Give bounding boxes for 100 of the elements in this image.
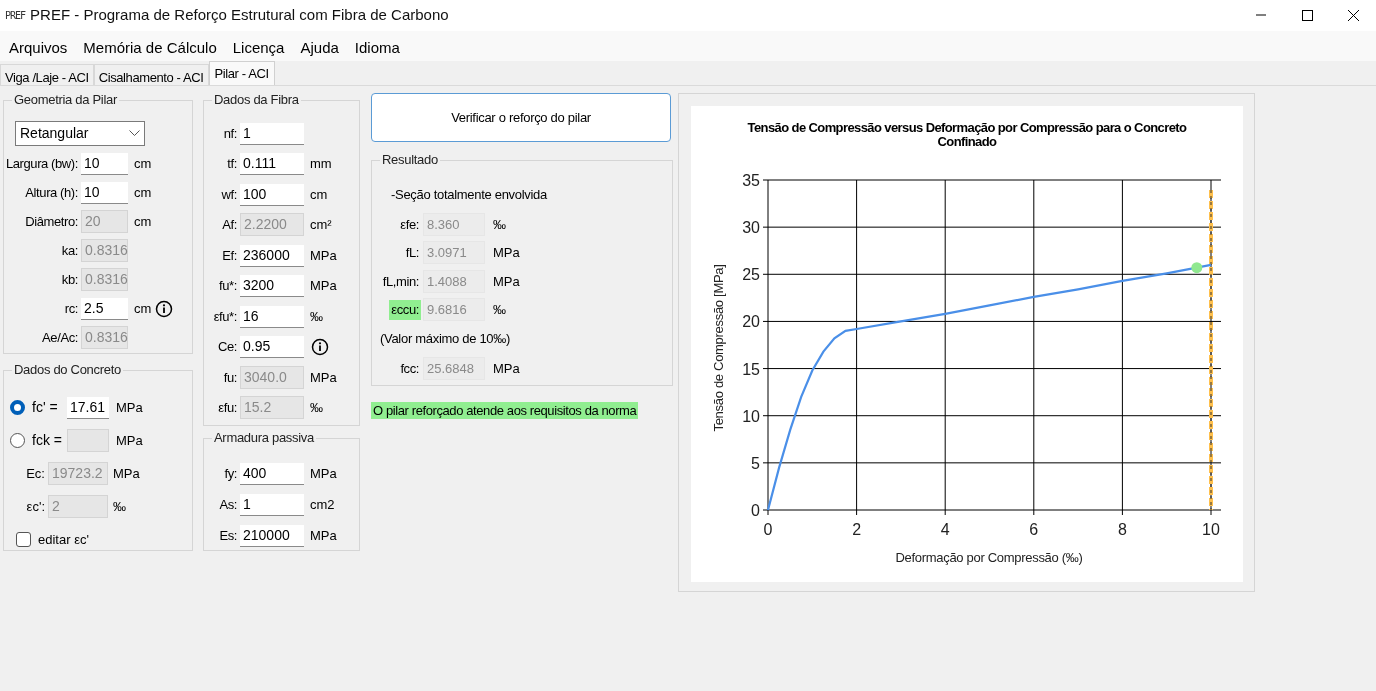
data-point	[1191, 262, 1203, 274]
input-field[interactable]: 2.5	[81, 297, 128, 320]
output-field: 8.360	[423, 212, 485, 236]
field-label: fck =	[32, 431, 63, 450]
input-field[interactable]: 10	[81, 181, 128, 204]
field-label: ka:	[60, 241, 79, 260]
field-label: nf:	[222, 124, 238, 143]
unit-label: MPa	[113, 464, 140, 483]
result-note: -Seção totalmente envolvida	[390, 186, 548, 205]
unit-label: MPa	[310, 368, 337, 387]
field-label: εfe:	[399, 215, 420, 234]
output-field: 1.4088	[423, 269, 485, 293]
app-icon-label: PREF	[5, 10, 26, 21]
input-field[interactable]: 0.111	[240, 152, 304, 176]
window-title: PREF - Programa de Reforço Estrutural com Fibra de Carbono	[30, 5, 449, 26]
axis-tick-label: 4	[940, 521, 950, 538]
field-label: tf:	[226, 155, 238, 173]
axis-tick-label: 2	[852, 521, 862, 538]
input-field[interactable]: 16	[240, 304, 304, 328]
caret-icon	[129, 130, 140, 137]
input-field[interactable]: 0.95	[240, 335, 304, 359]
unit-label: cm²	[310, 216, 332, 234]
input-field[interactable]: 1	[240, 493, 304, 516]
unit-label: cm	[134, 212, 152, 231]
input-field[interactable]: 3200	[240, 274, 304, 298]
input-field[interactable]: 17.61	[67, 396, 109, 419]
axis-tick-label: 10	[1202, 521, 1220, 538]
unit-label: cm	[134, 154, 152, 173]
field-label: fu:	[222, 368, 238, 387]
unit-label: MPa	[310, 246, 337, 265]
field-label: fL,min:	[381, 272, 420, 291]
input-field[interactable]: 236000	[240, 243, 304, 267]
axis-tick-label: 30	[742, 219, 760, 237]
menu-item[interactable]: Arquivos	[2, 36, 75, 60]
axis-tick-label: 6	[1029, 521, 1039, 538]
menu-item[interactable]: Memória de Cálculo	[76, 36, 224, 60]
axis-tick-label: 8	[1117, 521, 1127, 538]
field-label: Largura (bw):	[5, 154, 79, 173]
input-field[interactable]: 10	[81, 152, 128, 175]
field-label: fcc:	[399, 359, 420, 378]
field-label: fc' =	[32, 398, 59, 417]
status-message: O pilar reforçado atende aos requisitos da norma	[371, 402, 639, 419]
checkbox-label: editar εc'	[38, 530, 89, 549]
axis-tick-label: 15	[742, 360, 760, 378]
axis-tick-label: 10	[742, 407, 760, 425]
axis-tick-label: 0	[763, 521, 773, 538]
tab[interactable]: Pilar - ACI	[208, 61, 275, 85]
axis-tick-label: 20	[742, 313, 760, 331]
output-field: 3.0971	[423, 241, 485, 265]
result-note: (Valor máximo de 10‰)	[379, 330, 511, 349]
unit-label: ‰	[113, 497, 126, 516]
field-label: Af:	[221, 216, 238, 234]
unit-label: cm	[134, 183, 152, 202]
output-field: 9.6816	[423, 298, 485, 322]
unit-label: cm2	[310, 495, 335, 514]
input-field[interactable]: 100	[240, 182, 304, 206]
field-label: As:	[218, 495, 238, 514]
input-field[interactable]: 1	[240, 121, 304, 145]
field-label: fy:	[223, 464, 238, 483]
field-label: Es:	[218, 526, 238, 545]
info-icon[interactable]	[311, 337, 329, 356]
field-label: εfu:	[217, 399, 238, 417]
menu-item[interactable]: Ajuda	[293, 36, 346, 60]
tab[interactable]: Viga /Laje - ACI	[0, 64, 94, 85]
x-axis-label: Deformação por Compressão (‰)	[895, 550, 1083, 565]
unit-label: MPa	[493, 359, 520, 378]
unit-label: ‰	[493, 301, 506, 319]
tab[interactable]: Cisalhamento - ACI	[93, 64, 209, 85]
field-label: εfu*:	[212, 307, 238, 326]
menu-item[interactable]: Licença	[225, 36, 292, 60]
field-label: εccu:	[389, 300, 421, 320]
axis-tick-label: 0	[751, 502, 760, 519]
input-field[interactable]: 400	[240, 462, 304, 485]
unit-label: MPa	[310, 277, 337, 295]
unit-label: ‰	[310, 399, 323, 417]
field-label: Ce:	[216, 338, 238, 356]
unit-label: MPa	[116, 431, 143, 450]
unit-label: cm	[310, 185, 328, 204]
chart-title: Tensão de Compressão versus Deformação por Compressão para o Concreto Confinado	[747, 120, 1187, 149]
close-icon[interactable]	[1347, 10, 1359, 21]
checkbox[interactable]	[16, 532, 31, 547]
menu-item[interactable]: Idioma	[347, 36, 407, 60]
radio-button[interactable]	[10, 400, 25, 415]
unit-label: MPa	[310, 526, 337, 545]
input-field[interactable]: 210000	[240, 524, 304, 547]
field-label: kb:	[60, 270, 79, 289]
field-label: Altura (h):	[24, 183, 79, 202]
y-axis-label: Tensão de Compressão [MPa]	[711, 264, 726, 432]
unit-label: MPa	[310, 464, 337, 483]
shape-dropdown[interactable]: Retangular	[15, 121, 145, 146]
field-label: εc':	[25, 497, 46, 516]
field-label: fu*:	[218, 277, 238, 295]
field-label: fL:	[404, 244, 420, 262]
verify-button[interactable]: Verificar o reforço do pilar	[371, 93, 671, 142]
field-label: Ec:	[25, 464, 46, 483]
maximize-icon[interactable]	[1301, 10, 1313, 21]
info-icon[interactable]	[155, 299, 174, 318]
group-title: Armadura passiva	[212, 430, 316, 446]
axis-tick-label: 25	[742, 266, 760, 284]
output-field: 25.6848	[423, 356, 485, 380]
